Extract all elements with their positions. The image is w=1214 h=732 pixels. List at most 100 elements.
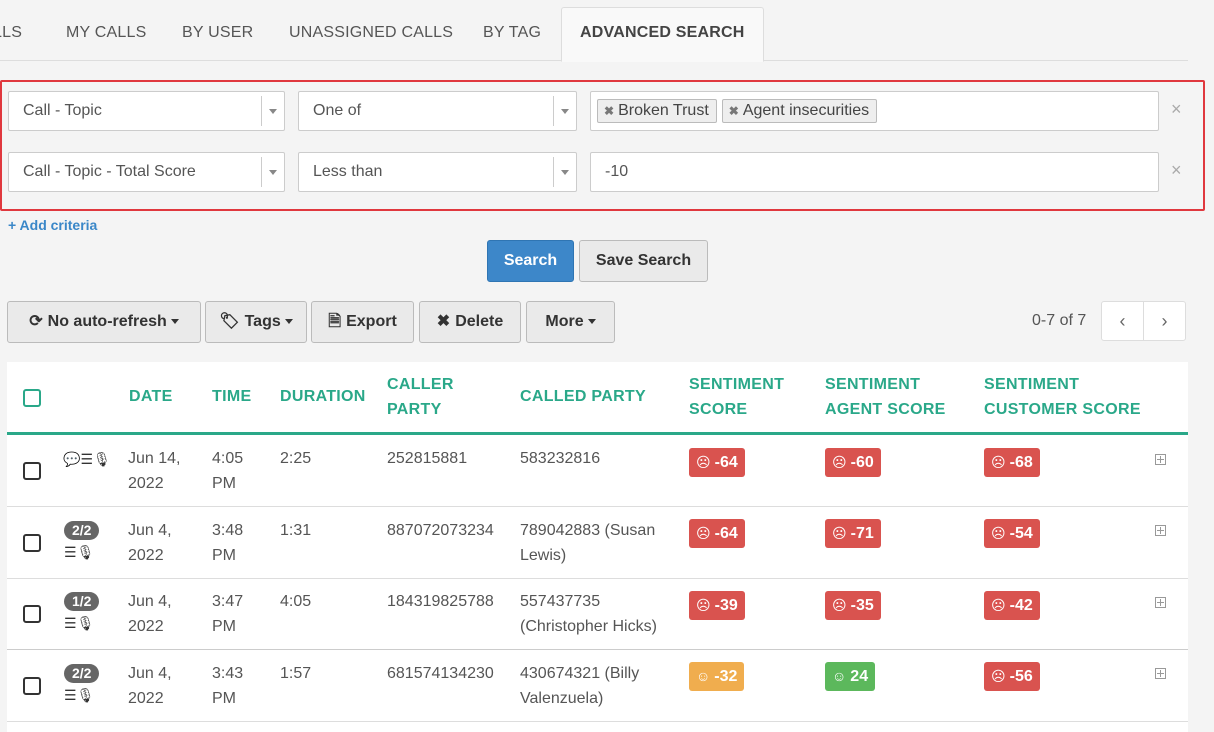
time-line: PM [212,475,236,492]
table-row[interactable]: 2/2 ☰🎙 Jun 4, 2022 3:43 PM 1:57 6815741342… [7,649,1188,722]
column-header-sentiment-customer-score[interactable]: SENTIMENT CUSTOMER SCORE [984,372,1141,422]
column-header-time[interactable]: TIME [212,384,251,409]
caret-down-icon [587,319,596,325]
date-cell: Jun 14, 2022 [128,446,180,496]
calls-table: DATE TIME DURATION CALLER PARTY CALLED P… [7,362,1188,732]
column-header-sentiment-score[interactable]: SENTIMENT SCORE [689,372,784,422]
remove-criteria-icon[interactable]: × [1171,160,1182,181]
expand-row-icon[interactable] [1155,525,1166,536]
column-header-sentiment-agent-score[interactable]: SENTIMENT AGENT SCORE [825,372,946,422]
time-cell: 3:47 PM [212,589,243,639]
list-icon[interactable]: ☰ [64,687,77,703]
date-line: 2022 [128,547,164,564]
tab-by-tag[interactable]: BY TAG [483,8,541,60]
tab-my-calls[interactable]: MY CALLS [66,8,146,60]
score-value: -64 [714,525,738,542]
agent-score-badge[interactable]: ☹ -35 [825,591,881,620]
criteria-operator-select-2[interactable]: Less than [298,152,577,192]
remove-tag-icon[interactable]: ✖ [604,104,614,118]
customer-score-badge[interactable]: ☹ -42 [984,591,1040,620]
sad-face-icon: ☹ [832,597,847,613]
called-cell: 789042883 (Susan Lewis) [520,518,655,568]
row-checkbox[interactable] [23,605,41,623]
add-criteria-link[interactable]: + Add criteria [8,217,97,233]
column-header-called-party[interactable]: CALLED PARTY [520,384,646,409]
customer-score-badge[interactable]: ☹ -56 [984,662,1040,691]
save-search-button[interactable]: Save Search [579,240,708,282]
export-button[interactable]: 🗎 Export [311,301,414,343]
table-row[interactable]: 💬☰🎙 Jun 14, 2022 4:05 PM 2:25 252815881 58… [7,435,1188,507]
remove-criteria-icon[interactable]: × [1171,99,1182,120]
header-line: SENTIMENT [689,376,785,393]
table-row[interactable]: 1/2 ☰🎙 Jun 4, 2022 3:47 PM 4:05 1843198257… [7,578,1188,650]
row-checkbox[interactable] [23,677,41,695]
customer-score-badge[interactable]: ☹ -54 [984,519,1040,548]
time-line: PM [212,618,236,635]
score-value: -54 [1009,525,1033,542]
comment-icon[interactable]: 💬 [63,451,80,467]
customer-score-badge[interactable]: ☹ -68 [984,448,1040,477]
time-line: PM [212,690,236,707]
delete-label: Delete [455,313,504,330]
sad-face-icon: ☹ [832,454,847,470]
tab-advanced-search[interactable]: ADVANCED SEARCH [561,7,764,62]
tab-all-calls[interactable]: LLS [0,8,22,60]
criteria-field-value: Call - Topic - Total Score [23,163,196,180]
tags-label: Tags [244,313,281,330]
duration-cell: 2:25 [280,450,312,467]
criteria-field-select-2[interactable]: Call - Topic - Total Score [8,152,285,192]
called-line: (Christopher Hicks) [520,618,657,635]
sad-face-icon: ☹ [696,525,711,541]
sentiment-score-badge[interactable]: ☹ -39 [689,591,745,620]
row-checkbox[interactable] [23,462,41,480]
header-line: SENTIMENT [984,376,1080,393]
agent-score-badge[interactable]: ☺ 24 [825,662,876,691]
search-button[interactable]: Search [487,240,574,282]
microphone-icon[interactable]: 🎙 [77,544,95,560]
list-icon[interactable]: ☰ [80,451,93,467]
expand-row-icon[interactable] [1155,597,1166,608]
remove-tag-icon[interactable]: ✖ [729,104,739,118]
sentiment-score-badge[interactable]: ☺ -32 [689,662,745,691]
column-header-duration[interactable]: DURATION [280,384,366,409]
delete-button[interactable]: ✖ Delete [419,301,521,343]
microphone-icon[interactable]: 🎙 [93,451,111,467]
criteria-operator-value: One of [313,102,362,119]
previous-page-button[interactable]: ‹ [1101,301,1144,341]
expand-row-icon[interactable] [1155,454,1166,465]
microphone-icon[interactable]: 🎙 [77,615,95,631]
select-all-checkbox[interactable] [23,389,41,407]
agent-score-badge[interactable]: ☹ -71 [825,519,881,548]
tab-by-user[interactable]: BY USER [182,8,253,60]
date-cell: Jun 4, 2022 [128,518,172,568]
date-line: Jun 14, [128,450,181,467]
header-line: CUSTOMER SCORE [984,401,1141,418]
agent-score-badge[interactable]: ☹ -60 [825,448,881,477]
sentiment-score-badge[interactable]: ☹ -64 [689,448,745,477]
more-dropdown[interactable]: More [526,301,615,343]
criteria-operator-select-1[interactable]: One of [298,91,577,131]
criteria-value-tags-1[interactable]: ✖ Broken Trust ✖ Agent insecurities [590,91,1159,131]
tab-unassigned-calls[interactable]: UNASSIGNED CALLS [289,8,453,60]
criteria-value-input-2[interactable]: -10 [590,152,1159,192]
criteria-operator-value: Less than [313,163,383,180]
criteria-field-select-1[interactable]: Call - Topic [8,91,285,131]
microphone-icon[interactable]: 🎙 [77,687,95,703]
time-line: 3:48 [212,522,244,539]
tags-dropdown[interactable]: 🏷 Tags [205,301,307,343]
list-icon[interactable]: ☰ [64,615,77,631]
table-row[interactable]: 2/2 ☰🎙 Jun 4, 2022 3:48 PM 1:31 8870720732… [7,507,1188,579]
next-page-button[interactable]: › [1143,301,1186,341]
auto-refresh-dropdown[interactable]: ⟳ No auto-refresh [7,301,201,343]
sentiment-score-badge[interactable]: ☹ -64 [689,519,745,548]
expand-row-icon[interactable] [1155,668,1166,679]
chevron-right-icon: › [1161,311,1168,331]
call-count-badge: 2/2 [64,521,100,540]
column-header-caller-party[interactable]: CALLER PARTY [387,372,454,422]
list-icon[interactable]: ☰ [64,544,77,560]
time-cell: 4:05 PM [212,446,243,496]
column-header-date[interactable]: DATE [129,384,173,409]
row-checkbox[interactable] [23,534,41,552]
export-label: Export [346,313,397,330]
tag-icon: 🏷 [219,313,240,330]
